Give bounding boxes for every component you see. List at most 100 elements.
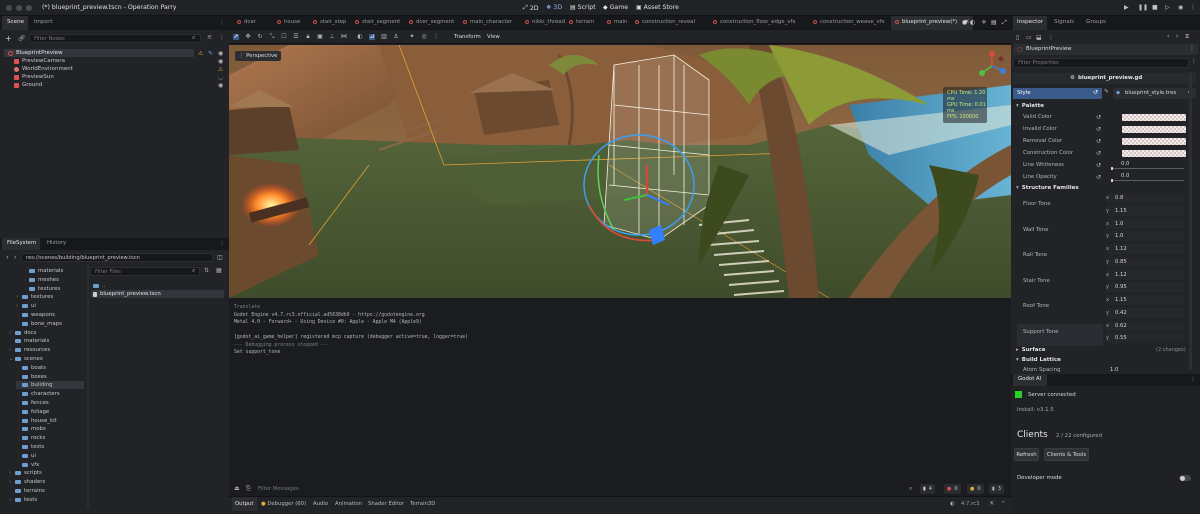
folder-item[interactable]: weapons	[16, 311, 55, 319]
tree-node-previewcamera[interactable]: PreviewCamera	[14, 57, 65, 65]
zoom-window-icon[interactable]	[26, 5, 32, 11]
editor-tab[interactable]: construction_weave_vfx	[809, 16, 889, 30]
filter-icon[interactable]: ⚟	[207, 34, 212, 41]
tree-node-previewsun[interactable]: PreviewSun	[14, 73, 54, 81]
path-field[interactable]: res://scenes/building/blueprint_preview.…	[21, 253, 213, 262]
family-value-field[interactable]: y 0.42	[1106, 307, 1184, 318]
tab-terrain3d[interactable]: Terrain3D	[410, 501, 435, 507]
family-value-field[interactable]: x 0.62	[1106, 320, 1184, 331]
tab-signals[interactable]: Signals	[1054, 19, 1074, 25]
folder-item[interactable]: characters	[16, 390, 60, 398]
tab-shader-editor[interactable]: Shader Editor	[368, 501, 404, 507]
editor-tab[interactable]: dcer_segment	[405, 16, 458, 30]
folder-item[interactable]: building	[16, 381, 53, 389]
play-icon[interactable]: ▶	[1124, 4, 1129, 11]
folder-item[interactable]: boats	[16, 364, 46, 372]
invalid-color-swatch[interactable]	[1122, 125, 1186, 133]
folder-item[interactable]: bone_maps	[16, 320, 62, 328]
family-value-field[interactable]: x 1.12	[1106, 244, 1184, 254]
valid-color-swatch[interactable]	[1122, 113, 1186, 121]
view-menu[interactable]: View	[487, 34, 500, 40]
line-whiteness-slider[interactable]: 0.0	[1108, 160, 1186, 170]
folder-item[interactable]: › ui	[16, 302, 36, 310]
info-count-badge[interactable]: ▮ 3	[989, 484, 1004, 494]
folder-item[interactable]: foliage	[16, 408, 49, 416]
family-value-field[interactable]: y 0.95	[1106, 282, 1184, 292]
new-resource-icon[interactable]: ▯	[1016, 34, 1019, 41]
removal-color-swatch[interactable]	[1122, 137, 1186, 145]
removal-color-row[interactable]: Removal Color ↺	[1016, 135, 1188, 147]
tab-animation[interactable]: Animation	[335, 501, 362, 507]
palette-section[interactable]: ▾ Palette	[1016, 101, 1188, 111]
family-value-field[interactable]: x 0.8	[1106, 193, 1184, 203]
edit-resource-icon[interactable]: ✎	[1104, 88, 1109, 95]
inspector-scrollbar[interactable]	[1189, 72, 1192, 370]
history-forward-icon[interactable]: ›	[1176, 33, 1178, 40]
folder-item[interactable]: house_kit	[16, 417, 57, 425]
filter-messages-input[interactable]: Filter Messages	[258, 486, 299, 492]
tree-scrollbar[interactable]	[87, 265, 89, 508]
filter-nodes-input[interactable]: Filter Nodes	[29, 34, 201, 43]
family-value-field[interactable]: y 1.15	[1106, 205, 1184, 216]
construction-color-swatch[interactable]	[1122, 149, 1186, 157]
tab-options-icon[interactable]: ●	[962, 19, 967, 26]
editor-tab[interactable]: construction_reveal	[631, 16, 699, 30]
construction-color-row[interactable]: Construction Color ↺	[1016, 147, 1188, 159]
family-value-field[interactable]: x 1.15	[1106, 295, 1184, 305]
script-attached-icon[interactable]: ✎	[208, 50, 213, 57]
split-view-icon[interactable]: ◫	[217, 254, 223, 261]
tab-debugger[interactable]: ● Debugger (60)	[261, 501, 306, 507]
revert-icon[interactable]: ↺	[1096, 138, 1101, 145]
history-list-icon[interactable]: ⧖	[1185, 33, 1189, 41]
node-selector[interactable]: ○ BlueprintPreview ⋮	[1013, 44, 1198, 55]
stop-icon[interactable]: ■	[1152, 4, 1158, 11]
tab-output[interactable]: Output	[235, 501, 253, 507]
tab-history[interactable]: History	[47, 240, 66, 246]
move-mode-icon[interactable]: ✥	[245, 34, 251, 40]
editor-tab[interactable]: stair_step	[309, 16, 350, 30]
folder-item[interactable]: ui	[16, 452, 36, 460]
visibility-icon[interactable]: ◡	[218, 74, 223, 81]
editor-tab[interactable]: nikki_thread	[521, 16, 569, 30]
clear-output-icon[interactable]: ⏏	[234, 485, 240, 492]
tab-groups[interactable]: Groups	[1086, 19, 1106, 25]
folder-item[interactable]: › resources	[9, 346, 50, 354]
invalid-color-row[interactable]: Invalid Color ↺	[1016, 123, 1188, 135]
add-tab-icon[interactable]: +	[981, 18, 987, 26]
visibility-icon[interactable]: ◉	[218, 50, 223, 57]
snap-icon[interactable]: ⊿	[369, 34, 375, 40]
file-item-parent[interactable]: ..	[93, 282, 105, 290]
rotate-mode-icon[interactable]: ↻	[257, 34, 263, 40]
family-value-field[interactable]: y 1.0	[1106, 231, 1184, 241]
folder-item[interactable]: meshes	[23, 276, 59, 284]
build-lattice-section[interactable]: ▾ Build Lattice	[1016, 355, 1188, 365]
local-space-icon[interactable]: ◐	[357, 34, 363, 40]
godot-ai-menu-icon[interactable]: ⋮	[1190, 376, 1196, 383]
line-opacity-row[interactable]: Line Opacity ↺ 0.0	[1016, 171, 1188, 183]
environment-options-icon[interactable]: ⋮	[433, 34, 439, 40]
editor-tab[interactable]: terrain	[565, 16, 598, 30]
folder-item[interactable]: rocks	[16, 434, 45, 442]
filesystem-menu-icon[interactable]: ⋮	[219, 240, 225, 247]
folder-item[interactable]: › docs	[9, 329, 37, 337]
folder-item[interactable]: ⌄ scenes	[9, 355, 43, 363]
filter-properties-input[interactable]: Filter Properties	[1013, 58, 1189, 68]
tab-history-icon[interactable]: ◐	[970, 19, 975, 26]
selectable-icon[interactable]: ☐	[281, 34, 287, 40]
folder-item[interactable]: textures	[23, 285, 60, 293]
folder-item[interactable]: › tests	[9, 496, 37, 504]
environment-toggle-icon[interactable]: ◎	[421, 34, 427, 40]
close-window-icon[interactable]	[6, 5, 12, 11]
link-icon[interactable]: 🔗︎	[18, 35, 26, 42]
forward-icon[interactable]: ›	[14, 254, 16, 261]
folder-item[interactable]: tests	[16, 443, 44, 451]
movie-icon[interactable]: ◉	[1178, 4, 1183, 11]
family-value-field[interactable]: x 1.0	[1106, 218, 1184, 229]
save-resource-icon[interactable]: ⬓	[1036, 34, 1042, 41]
tree-node-ground[interactable]: Ground	[14, 81, 42, 89]
style-property-row[interactable]: Style ↺	[1013, 88, 1102, 99]
line-opacity-slider[interactable]: 0.0	[1108, 172, 1186, 182]
scene-list-icon[interactable]: ▤	[991, 19, 997, 26]
mode-2d-button[interactable]: ⤢ 2D	[523, 4, 539, 12]
perspective-button[interactable]: ⋮ Perspective	[235, 51, 282, 61]
